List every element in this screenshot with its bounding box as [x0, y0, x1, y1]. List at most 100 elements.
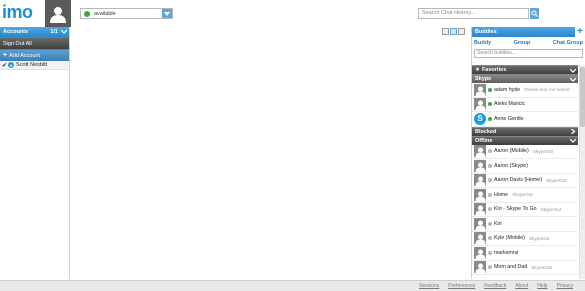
buddy-status: SkypeOut — [545, 177, 567, 183]
status-dropdown[interactable]: available — [80, 8, 173, 19]
user-silhouette-icon — [475, 205, 485, 216]
status-online-icon — [84, 10, 90, 17]
user-silhouette-icon — [475, 86, 485, 96]
buddies-panel: Buddies + Buddy Group Chat Group Search … — [471, 27, 585, 279]
user-silhouette-icon — [475, 176, 485, 187]
buddy-item[interactable]: marksmnz — [472, 246, 578, 261]
user-silhouette-icon — [475, 100, 485, 111]
footer-link-preferences[interactable]: Preferences — [448, 283, 475, 289]
buddy-status: Please text me before — [524, 87, 570, 93]
checkmark-icon[interactable]: ✔ — [2, 62, 7, 69]
search-icon[interactable] — [530, 8, 539, 19]
buddy-status: SkypeOut — [528, 235, 550, 241]
buddy-name: Anne Gentle — [494, 115, 524, 122]
buddy-item[interactable]: Aleks Maricic — [472, 98, 578, 112]
accounts-count: 1/1 — [50, 29, 58, 35]
imo-logo: imo — [2, 2, 33, 22]
group-header-favorites[interactable]: ★ Favorites — [472, 65, 578, 74]
accounts-title: Accounts — [3, 29, 29, 35]
buddies-header: Buddies — [472, 27, 585, 37]
buddy-item[interactable]: Kiri — [472, 217, 578, 232]
plus-icon: + — [3, 52, 8, 59]
my-avatar[interactable] — [45, 0, 71, 27]
offline-status-icon — [488, 207, 492, 212]
add-account-button[interactable]: + Add Account — [0, 49, 69, 61]
buddy-item[interactable]: Aaron Davis (Home) SkypeOut — [472, 174, 578, 188]
group-label: Favorites — [481, 67, 507, 73]
buddy-item[interactable]: Kiri - Skype To Go SkypeOut — [472, 203, 578, 217]
star-icon: ★ — [475, 67, 480, 73]
buddy-name: Kiri - Skype To Go — [494, 206, 537, 213]
user-silhouette-icon — [475, 162, 485, 172]
buddy-status: SkypeOut — [531, 264, 552, 270]
buddy-item[interactable]: Home SkypeOut — [472, 188, 578, 203]
chat-area — [71, 27, 470, 279]
accounts-header[interactable]: Accounts 1/1 — [0, 27, 69, 37]
buddy-name: Aaron Davis (Home) — [494, 177, 542, 184]
tab-group[interactable]: Group — [514, 40, 531, 46]
buddy-list-scrollbar[interactable] — [579, 65, 585, 279]
offline-status-icon — [488, 250, 492, 255]
user-silhouette-icon — [50, 6, 66, 23]
sign-out-all-label: Sign Out All — [3, 40, 32, 47]
footer-link-privacy[interactable]: Privacy — [557, 283, 573, 289]
online-status-icon — [488, 102, 492, 107]
chevron-down-icon[interactable] — [570, 138, 576, 143]
footer-link-about[interactable]: About — [515, 283, 528, 289]
footer-link-help[interactable]: Help — [537, 283, 547, 289]
offline-status-icon — [488, 265, 492, 270]
buddy-avatar — [474, 145, 486, 158]
chevron-down-icon[interactable] — [570, 77, 576, 82]
chat-history-search-input[interactable]: Search Chat History... — [418, 8, 529, 19]
buddy-item[interactable]: Aaron (Skype) — [472, 159, 578, 174]
buddy-avatar — [474, 232, 486, 245]
buddy-item[interactable]: Aaron (Mobile) SkypeOut — [472, 145, 578, 159]
buddy-avatar — [474, 246, 486, 259]
account-item[interactable]: ✔ S Scott Nesbitt — [0, 61, 69, 70]
skype-icon: S — [8, 62, 15, 68]
group-header-skype[interactable]: Skype — [472, 74, 578, 83]
buddy-name: Kyle (Mobile) — [494, 235, 525, 242]
footer-links: Sessions Preferences Feedback About Help… — [419, 283, 573, 289]
buddy-name: Kiri — [494, 220, 502, 227]
buddy-avatar — [474, 188, 486, 201]
buddy-status: SkypeOut — [540, 206, 562, 212]
buddy-item[interactable]: S Anne Gentle — [472, 112, 578, 127]
buddy-search-input[interactable]: Search buddies... — [474, 49, 583, 58]
buddy-name: adam hyde — [494, 86, 521, 93]
buddy-item[interactable]: Mom and Dad SkypeOut — [472, 261, 578, 275]
buddy-name: Aleks Maricic — [494, 101, 526, 108]
tabbed-view-icon[interactable] — [450, 28, 457, 35]
group-header-blocked[interactable]: Blocked — [472, 126, 578, 136]
buddy-status: SkypeOut — [512, 192, 533, 198]
online-status-icon — [488, 87, 492, 92]
tab-chat-group[interactable]: Chat Group — [553, 40, 583, 46]
offline-status-icon — [488, 236, 492, 241]
grid-view-icon[interactable] — [442, 28, 449, 35]
footer-link-sessions[interactable]: Sessions — [419, 283, 439, 289]
user-silhouette-icon — [475, 147, 485, 158]
dropdown-arrow-icon[interactable] — [162, 9, 172, 18]
buddy-name: Mom and Dad — [494, 264, 528, 271]
footer-link-feedback[interactable]: Feedback — [484, 283, 506, 289]
sign-out-all-button[interactable]: Sign Out All — [0, 37, 69, 49]
buddy-item[interactable]: Kyle (Mobile) SkypeOut — [472, 232, 578, 246]
status-value: available — [94, 10, 116, 17]
buddies-tabs: Buddy Group Chat Group — [472, 37, 585, 48]
group-header-offline[interactable]: Offline — [472, 135, 578, 145]
chevron-down-icon[interactable] — [61, 30, 67, 34]
chevron-down-icon[interactable] — [570, 68, 576, 73]
chevron-right-icon[interactable] — [570, 129, 576, 134]
buddy-name: Aaron (Skype) — [494, 162, 528, 169]
scrollbar-thumb[interactable] — [580, 67, 585, 127]
single-view-icon[interactable] — [458, 28, 465, 35]
tab-buddy[interactable]: Buddy — [474, 40, 491, 46]
skype-icon: S — [474, 112, 486, 125]
account-name: Scott Nesbitt — [16, 62, 48, 68]
user-silhouette-icon — [475, 191, 485, 201]
offline-status-icon — [488, 192, 492, 197]
user-silhouette-icon — [475, 249, 485, 259]
add-buddy-plus-icon[interactable]: + — [575, 27, 585, 37]
buddy-item[interactable]: adam hyde Please text me before — [472, 83, 578, 98]
buddy-avatar — [474, 159, 486, 172]
